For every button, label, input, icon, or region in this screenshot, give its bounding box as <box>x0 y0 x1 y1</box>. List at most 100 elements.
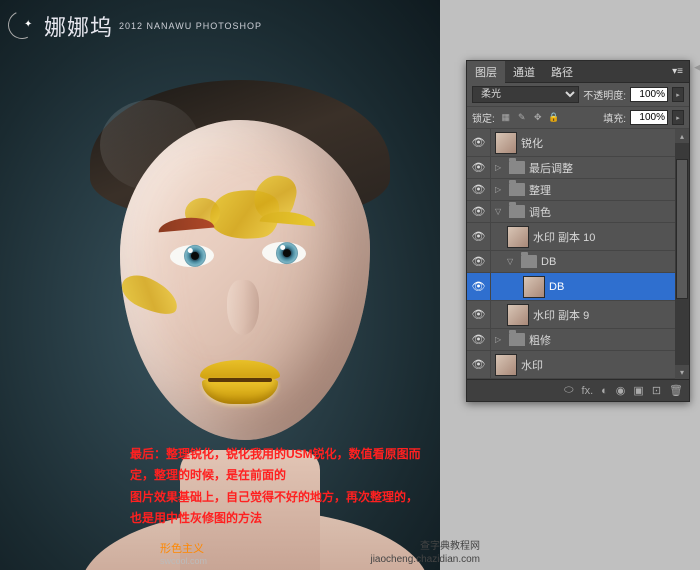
new-layer-icon[interactable]: ⊡ <box>652 384 661 397</box>
tab-channels[interactable]: 通道 <box>505 61 543 83</box>
lock-icons: ▦ ✎ ✥ 🔒 <box>499 111 561 125</box>
layer-thumbnail[interactable] <box>495 132 517 154</box>
scroll-up-icon[interactable]: ▴ <box>675 129 689 143</box>
layer-row[interactable]: 👁 ▷ 粗修 <box>467 329 689 351</box>
folder-icon <box>509 161 525 174</box>
tab-paths[interactable]: 路径 <box>543 61 581 83</box>
layers-panel: 图层 通道 路径 ▾≡ 柔光 不透明度: ▸ 锁定: ▦ ✎ ✥ 🔒 <box>466 60 690 402</box>
opacity-input[interactable] <box>630 87 668 102</box>
lock-transparency-icon[interactable]: ▦ <box>499 111 513 125</box>
trash-icon[interactable]: 🗑 <box>669 384 683 397</box>
annotation-line-1: 最后：整理锐化，锐化我用的USM锐化，数值看原图而定，整理的时候，是在前面的 <box>130 444 428 487</box>
layer-name[interactable]: DB <box>541 256 556 268</box>
layer-content: ▷ 粗修 <box>491 329 689 350</box>
lock-pixels-icon[interactable]: ✎ <box>515 111 529 125</box>
layers-scrollbar[interactable]: ▴ ▾ <box>675 129 689 379</box>
visibility-toggle[interactable]: 👁 <box>467 179 491 200</box>
chevron-right-icon[interactable]: ▷ <box>495 163 505 172</box>
layer-row[interactable]: 👁 水印 副本 10 <box>467 223 689 251</box>
opacity-label: 不透明度: <box>583 87 626 102</box>
visibility-toggle[interactable]: 👁 <box>467 157 491 178</box>
layer-list: 👁 锐化 👁 ▷ 最后调整 👁 ▷ 整理 👁 ▽ 调色 👁 水印 副本 10 👁 ▽ DB 👁 DB 👁 水印 副本 … <box>467 129 689 379</box>
chevron-down-icon[interactable]: ▽ <box>507 257 517 266</box>
lock-label: 锁定: <box>472 110 495 125</box>
fill-dropdown-icon[interactable]: ▸ <box>672 110 684 125</box>
fill-label: 填充: <box>603 110 626 125</box>
folder-icon <box>521 255 537 268</box>
visibility-toggle[interactable]: 👁 <box>467 351 491 378</box>
layer-row[interactable]: 👁 锐化 <box>467 129 689 157</box>
visibility-toggle[interactable]: 👁 <box>467 251 491 272</box>
layer-name[interactable]: 最后调整 <box>529 160 573 176</box>
opacity-dropdown-icon[interactable]: ▸ <box>672 87 684 102</box>
mask-icon[interactable]: ◐ <box>601 385 608 397</box>
adjustment-icon[interactable]: ◉ <box>616 384 626 397</box>
canvas-area: 娜娜坞 2012 NANAWU PHOTOSHOP 最后：整理锐化，锐化 <box>0 0 440 570</box>
link-layers-icon[interactable]: ⬭ <box>564 384 573 397</box>
visibility-toggle[interactable]: 👁 <box>467 273 491 300</box>
blend-mode-select[interactable]: 柔光 <box>472 86 579 103</box>
annotation-text: 最后：整理锐化，锐化我用的USM锐化，数值看原图而定，整理的时候，是在前面的 图… <box>130 444 428 530</box>
layer-row[interactable]: 👁 ▽ DB <box>467 251 689 273</box>
panel-menu-icon[interactable]: ▾≡ <box>666 66 689 77</box>
layer-name[interactable]: 调色 <box>529 204 551 220</box>
chevron-right-icon[interactable]: ▷ <box>495 185 505 194</box>
visibility-toggle[interactable]: 👁 <box>467 201 491 222</box>
lock-fill-row: 锁定: ▦ ✎ ✥ 🔒 填充: ▸ <box>467 107 689 129</box>
corner-site: 查字典教程网 <box>370 540 480 553</box>
lock-all-icon[interactable]: 🔒 <box>547 111 561 125</box>
layer-content: ▽ DB <box>491 251 689 272</box>
chevron-right-icon[interactable]: ▷ <box>495 335 505 344</box>
layer-row[interactable]: 👁 水印 <box>467 351 689 379</box>
lock-position-icon[interactable]: ✥ <box>531 111 545 125</box>
layer-row[interactable]: 👁 ▽ 调色 <box>467 201 689 223</box>
visibility-toggle[interactable]: 👁 <box>467 129 491 156</box>
layer-thumbnail[interactable] <box>507 226 529 248</box>
visibility-toggle[interactable]: 👁 <box>467 329 491 350</box>
scroll-thumb[interactable] <box>676 159 688 299</box>
layer-name[interactable]: 粗修 <box>529 332 551 348</box>
layer-content: DB <box>491 273 689 300</box>
layer-name[interactable]: 锐化 <box>521 135 543 151</box>
layer-name[interactable]: DB <box>549 281 564 293</box>
folder-icon <box>509 205 525 218</box>
visibility-toggle[interactable]: 👁 <box>467 301 491 328</box>
panel-collapse-icon[interactable]: ◀▶ <box>694 62 700 76</box>
corner-watermark: 查字典教程网 jiaocheng.chazidian.com <box>370 540 480 566</box>
layer-name[interactable]: 水印 副本 9 <box>533 307 589 323</box>
panel-tabs: 图层 通道 路径 ▾≡ <box>467 61 689 83</box>
group-icon[interactable]: ▣ <box>633 384 643 397</box>
annotation-line-2: 图片效果基础上，自己觉得不好的地方，再次整理的，也是用中性灰修图的方法 <box>130 487 428 530</box>
panel-footer: ⬭ fx. ◐ ◉ ▣ ⊡ 🗑 <box>467 379 689 401</box>
top-watermark: 娜娜坞 2012 NANAWU PHOTOSHOP <box>8 10 262 42</box>
layer-thumbnail[interactable] <box>523 276 545 298</box>
visibility-toggle[interactable]: 👁 <box>467 223 491 250</box>
layer-name[interactable]: 水印 <box>521 357 543 373</box>
bottom-brand: 形色主义 swcool.com <box>160 540 207 566</box>
layer-name[interactable]: 整理 <box>529 182 551 198</box>
layer-content: ▽ 调色 <box>491 201 689 222</box>
layer-row[interactable]: 👁 水印 副本 9 <box>467 301 689 329</box>
folder-icon <box>509 183 525 196</box>
layer-content: ▷ 整理 <box>491 179 689 200</box>
layer-content: 锐化 <box>491 129 689 156</box>
layer-row[interactable]: 👁 DB <box>467 273 689 301</box>
layer-content: 水印 副本 9 <box>491 301 689 328</box>
layer-row[interactable]: 👁 ▷ 整理 <box>467 179 689 201</box>
folder-icon <box>509 333 525 346</box>
layer-content: 水印 <box>491 351 689 378</box>
scroll-down-icon[interactable]: ▾ <box>675 365 689 379</box>
layer-name[interactable]: 水印 副本 10 <box>533 229 595 245</box>
workspace-gray: ◀▶ 图层 通道 路径 ▾≡ 柔光 不透明度: ▸ 锁定: ▦ ✎ <box>440 0 700 570</box>
chevron-down-icon[interactable]: ▽ <box>495 207 505 216</box>
fill-input[interactable] <box>630 110 668 125</box>
layer-thumbnail[interactable] <box>495 354 517 376</box>
layer-row[interactable]: 👁 ▷ 最后调整 <box>467 157 689 179</box>
fx-icon[interactable]: fx. <box>582 385 594 397</box>
watermark-title: 娜娜坞 <box>44 10 113 42</box>
layer-content: 水印 副本 10 <box>491 223 689 250</box>
layer-thumbnail[interactable] <box>507 304 529 326</box>
corner-url: jiaocheng.chazidian.com <box>370 553 480 566</box>
blend-opacity-row: 柔光 不透明度: ▸ <box>467 83 689 107</box>
tab-layers[interactable]: 图层 <box>467 61 505 83</box>
